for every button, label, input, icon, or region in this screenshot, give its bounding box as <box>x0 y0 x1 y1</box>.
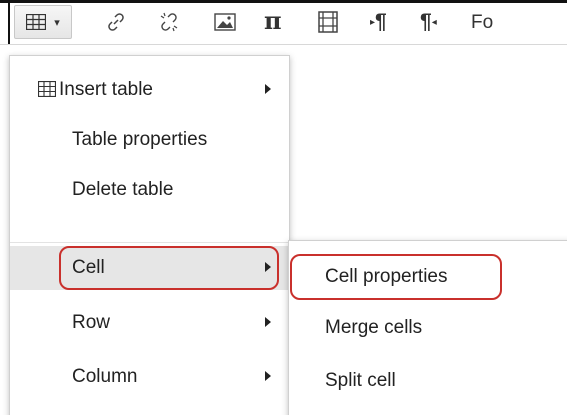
table-grid-icon <box>37 80 57 103</box>
menu-item-label: Insert table <box>59 79 153 100</box>
table-menu-button[interactable]: ▾ <box>14 5 72 39</box>
chevron-right-icon <box>265 262 271 272</box>
insert-image-button[interactable] <box>205 6 245 38</box>
arrow-left-icon: ◂ <box>431 16 437 28</box>
submenu-item-label: Merge cells <box>325 317 423 338</box>
submenu-item-split-cell[interactable]: Split cell <box>289 359 567 403</box>
menu-item-insert-table[interactable]: Insert table <box>10 68 289 112</box>
chevron-right-icon <box>265 317 271 327</box>
link-icon <box>105 11 127 33</box>
menu-item-label: Delete table <box>72 179 174 200</box>
toolbar-left-border <box>8 0 10 44</box>
chevron-down-icon: ▾ <box>54 16 60 29</box>
paragraph-ltr-icon: ¶ <box>375 10 387 33</box>
unlink-icon <box>157 10 181 34</box>
menu-item-column[interactable]: Column <box>10 355 289 399</box>
editor-frame: ▾ π ▸¶ ¶◂ Fo Insert table Table properti… <box>0 0 567 415</box>
paragraph-ltr-button[interactable]: ▸¶ <box>370 10 387 34</box>
menu-item-table-properties[interactable]: Table properties <box>10 118 289 162</box>
table-grid-icon <box>26 14 47 30</box>
menu-item-row[interactable]: Row <box>10 301 289 345</box>
menu-item-label: Table properties <box>72 129 208 150</box>
submenu-item-label: Cell properties <box>325 266 448 287</box>
table-dropdown-menu: Insert table Table properties Delete tab… <box>9 55 290 415</box>
film-icon <box>318 11 338 33</box>
submenu-item-merge-cells[interactable]: Merge cells <box>289 306 567 350</box>
submenu-item-label: Split cell <box>325 370 396 391</box>
cell-submenu: Cell properties Merge cells Split cell <box>288 240 567 415</box>
menu-item-label: Column <box>72 366 138 387</box>
menu-item-label: Cell <box>72 257 105 278</box>
paragraph-rtl-button[interactable]: ¶◂ <box>420 10 437 34</box>
menu-divider <box>10 242 289 243</box>
image-icon <box>214 12 236 32</box>
submenu-item-cell-properties[interactable]: Cell properties <box>289 255 567 299</box>
menu-item-delete-table[interactable]: Delete table <box>10 168 289 212</box>
paragraph-rtl-icon: ¶ <box>420 10 432 33</box>
format-menu-truncated[interactable]: Fo <box>471 12 493 34</box>
unlink-button[interactable] <box>149 6 189 38</box>
pi-icon[interactable]: π <box>264 6 282 35</box>
chevron-right-icon <box>265 371 271 381</box>
insert-media-button[interactable] <box>308 6 348 38</box>
toolbar-top-border <box>0 0 567 3</box>
menu-item-cell[interactable]: Cell <box>10 246 289 290</box>
menu-item-label: Row <box>72 312 111 333</box>
link-button[interactable] <box>96 6 136 38</box>
chevron-right-icon <box>265 84 271 94</box>
editor-toolbar: ▾ π ▸¶ ¶◂ Fo <box>0 0 567 45</box>
